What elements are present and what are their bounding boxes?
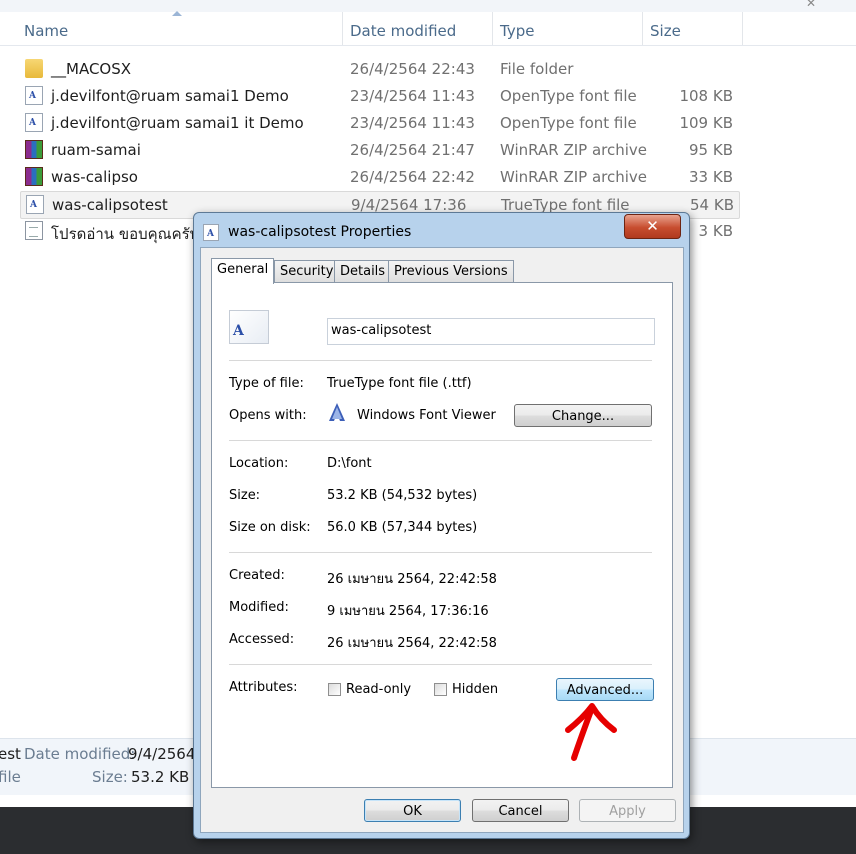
details-date-value: 9/4/2564 — [128, 745, 196, 763]
file-row[interactable]: was-calipso 26/4/2564 22:42 WinRAR ZIP arc… — [20, 164, 738, 190]
file-size: 108 KB — [679, 87, 733, 105]
hidden-checkbox[interactable] — [434, 683, 447, 696]
font-file-large-icon — [229, 310, 269, 344]
file-type: File folder — [500, 60, 574, 78]
change-button[interactable]: Change... — [514, 404, 652, 427]
hidden-label[interactable]: Hidden — [452, 682, 498, 697]
file-name: __MACOSX — [51, 60, 132, 78]
advanced-button[interactable]: Advanced... — [556, 678, 654, 701]
column-name-header[interactable]: Name — [24, 22, 68, 40]
file-name: was-calipso — [51, 168, 138, 186]
size-value: 53.2 KB (54,532 bytes) — [327, 488, 478, 503]
tab-general[interactable]: General — [211, 258, 275, 284]
column-divider[interactable] — [492, 12, 493, 45]
font-file-icon — [203, 224, 219, 241]
winrar-archive-icon — [25, 140, 43, 159]
column-divider[interactable] — [742, 12, 743, 45]
read-only-label[interactable]: Read-only — [346, 682, 411, 697]
column-type-header[interactable]: Type — [500, 22, 534, 40]
size-on-disk-value: 56.0 KB (57,344 bytes) — [327, 520, 478, 535]
file-date-modified: 23/4/2564 11:43 — [350, 114, 475, 132]
window-top-strip: ✕ — [0, 0, 856, 12]
sort-ascending-icon — [172, 11, 182, 16]
divider — [229, 360, 652, 361]
file-row[interactable]: j.devilfont@ruam samai1 Demo 23/4/2564 11… — [20, 83, 738, 109]
font-file-icon — [26, 195, 44, 214]
file-type: WinRAR ZIP archive — [500, 141, 648, 159]
divider — [229, 440, 652, 441]
file-date-modified: 26/4/2564 22:43 — [350, 60, 475, 78]
file-size: 3 KB — [698, 222, 733, 240]
font-file-icon — [25, 113, 43, 132]
text-document-icon — [25, 221, 43, 240]
folder-icon — [25, 59, 43, 78]
created-label: Created: — [229, 568, 285, 583]
location-value: D:\font — [327, 456, 372, 471]
opens-with-label: Opens with: — [229, 408, 307, 423]
file-row[interactable]: __MACOSX 26/4/2564 22:43 File folder — [20, 56, 738, 82]
file-size: 54 KB — [690, 196, 734, 214]
modified-label: Modified: — [229, 600, 289, 615]
created-value: 26 เมษายน 2564, 22:42:58 — [327, 572, 497, 587]
details-file-name: est — [0, 745, 21, 763]
file-row[interactable]: ruam-samai 26/4/2564 21:47 WinRAR ZIP arch… — [20, 137, 738, 163]
file-size: 95 KB — [689, 141, 733, 159]
file-name: j.devilfont@ruam samai1 Demo — [51, 87, 289, 105]
annotation-arrow-icon — [565, 703, 617, 761]
file-size: 33 KB — [689, 168, 733, 186]
dialog-title: was-calipsotest Properties — [228, 224, 412, 240]
accessed-value: 26 เมษายน 2564, 22:42:58 — [327, 636, 497, 651]
cancel-button[interactable]: Cancel — [472, 799, 569, 822]
ok-button[interactable]: OK — [364, 799, 461, 822]
file-row[interactable]: j.devilfont@ruam samai1 it Demo 23/4/2564… — [20, 110, 738, 136]
column-date-header[interactable]: Date modified — [350, 22, 456, 40]
attributes-label: Attributes: — [229, 680, 298, 695]
column-size-header[interactable]: Size — [650, 22, 681, 40]
close-button[interactable]: ✕ — [624, 214, 681, 239]
window-close-icon[interactable]: ✕ — [806, 0, 816, 10]
details-size-value: 53.2 KB — [131, 768, 190, 786]
column-header-bar: Name Date modified Type Size — [0, 12, 856, 46]
details-file-type: file — [0, 768, 21, 786]
accessed-label: Accessed: — [229, 632, 295, 647]
opens-with-value: Windows Font Viewer — [357, 408, 496, 423]
type-of-file-label: Type of file: — [229, 376, 304, 391]
font-file-icon — [25, 86, 43, 105]
tab-previous-versions[interactable]: Previous Versions — [388, 260, 514, 282]
size-on-disk-label: Size on disk: — [229, 520, 311, 535]
divider — [229, 664, 652, 665]
file-name-field[interactable]: was-calipsotest — [327, 318, 655, 345]
read-only-checkbox[interactable] — [328, 683, 341, 696]
file-type: WinRAR ZIP archive — [500, 168, 648, 186]
file-name: โปรดอ่าน ขอบคุณครับ — [51, 225, 200, 243]
modified-value: 9 เมษายน 2564, 17:36:16 — [327, 604, 489, 619]
details-size-label: Size: — [92, 768, 128, 786]
file-date-modified: 26/4/2564 22:42 — [350, 168, 475, 186]
tab-security[interactable]: Security — [274, 260, 340, 282]
file-size: 109 KB — [679, 114, 733, 132]
file-name: ruam-samai — [51, 141, 141, 159]
location-label: Location: — [229, 456, 289, 471]
divider — [229, 552, 652, 553]
file-date-modified: 26/4/2564 21:47 — [350, 141, 475, 159]
font-viewer-icon — [329, 403, 345, 421]
winrar-archive-icon — [25, 167, 43, 186]
file-type: OpenType font file — [500, 87, 637, 105]
file-type: OpenType font file — [500, 114, 637, 132]
file-name: was-calipsotest — [52, 196, 168, 214]
details-date-label: Date modified: — [24, 745, 136, 763]
type-of-file-value: TrueType font file (.ttf) — [327, 376, 472, 391]
size-label: Size: — [229, 488, 261, 503]
apply-button[interactable]: Apply — [579, 799, 676, 822]
column-divider[interactable] — [342, 12, 343, 45]
file-date-modified: 23/4/2564 11:43 — [350, 87, 475, 105]
file-name: j.devilfont@ruam samai1 it Demo — [51, 114, 304, 132]
column-divider[interactable] — [642, 12, 643, 45]
tab-details[interactable]: Details — [334, 260, 392, 282]
